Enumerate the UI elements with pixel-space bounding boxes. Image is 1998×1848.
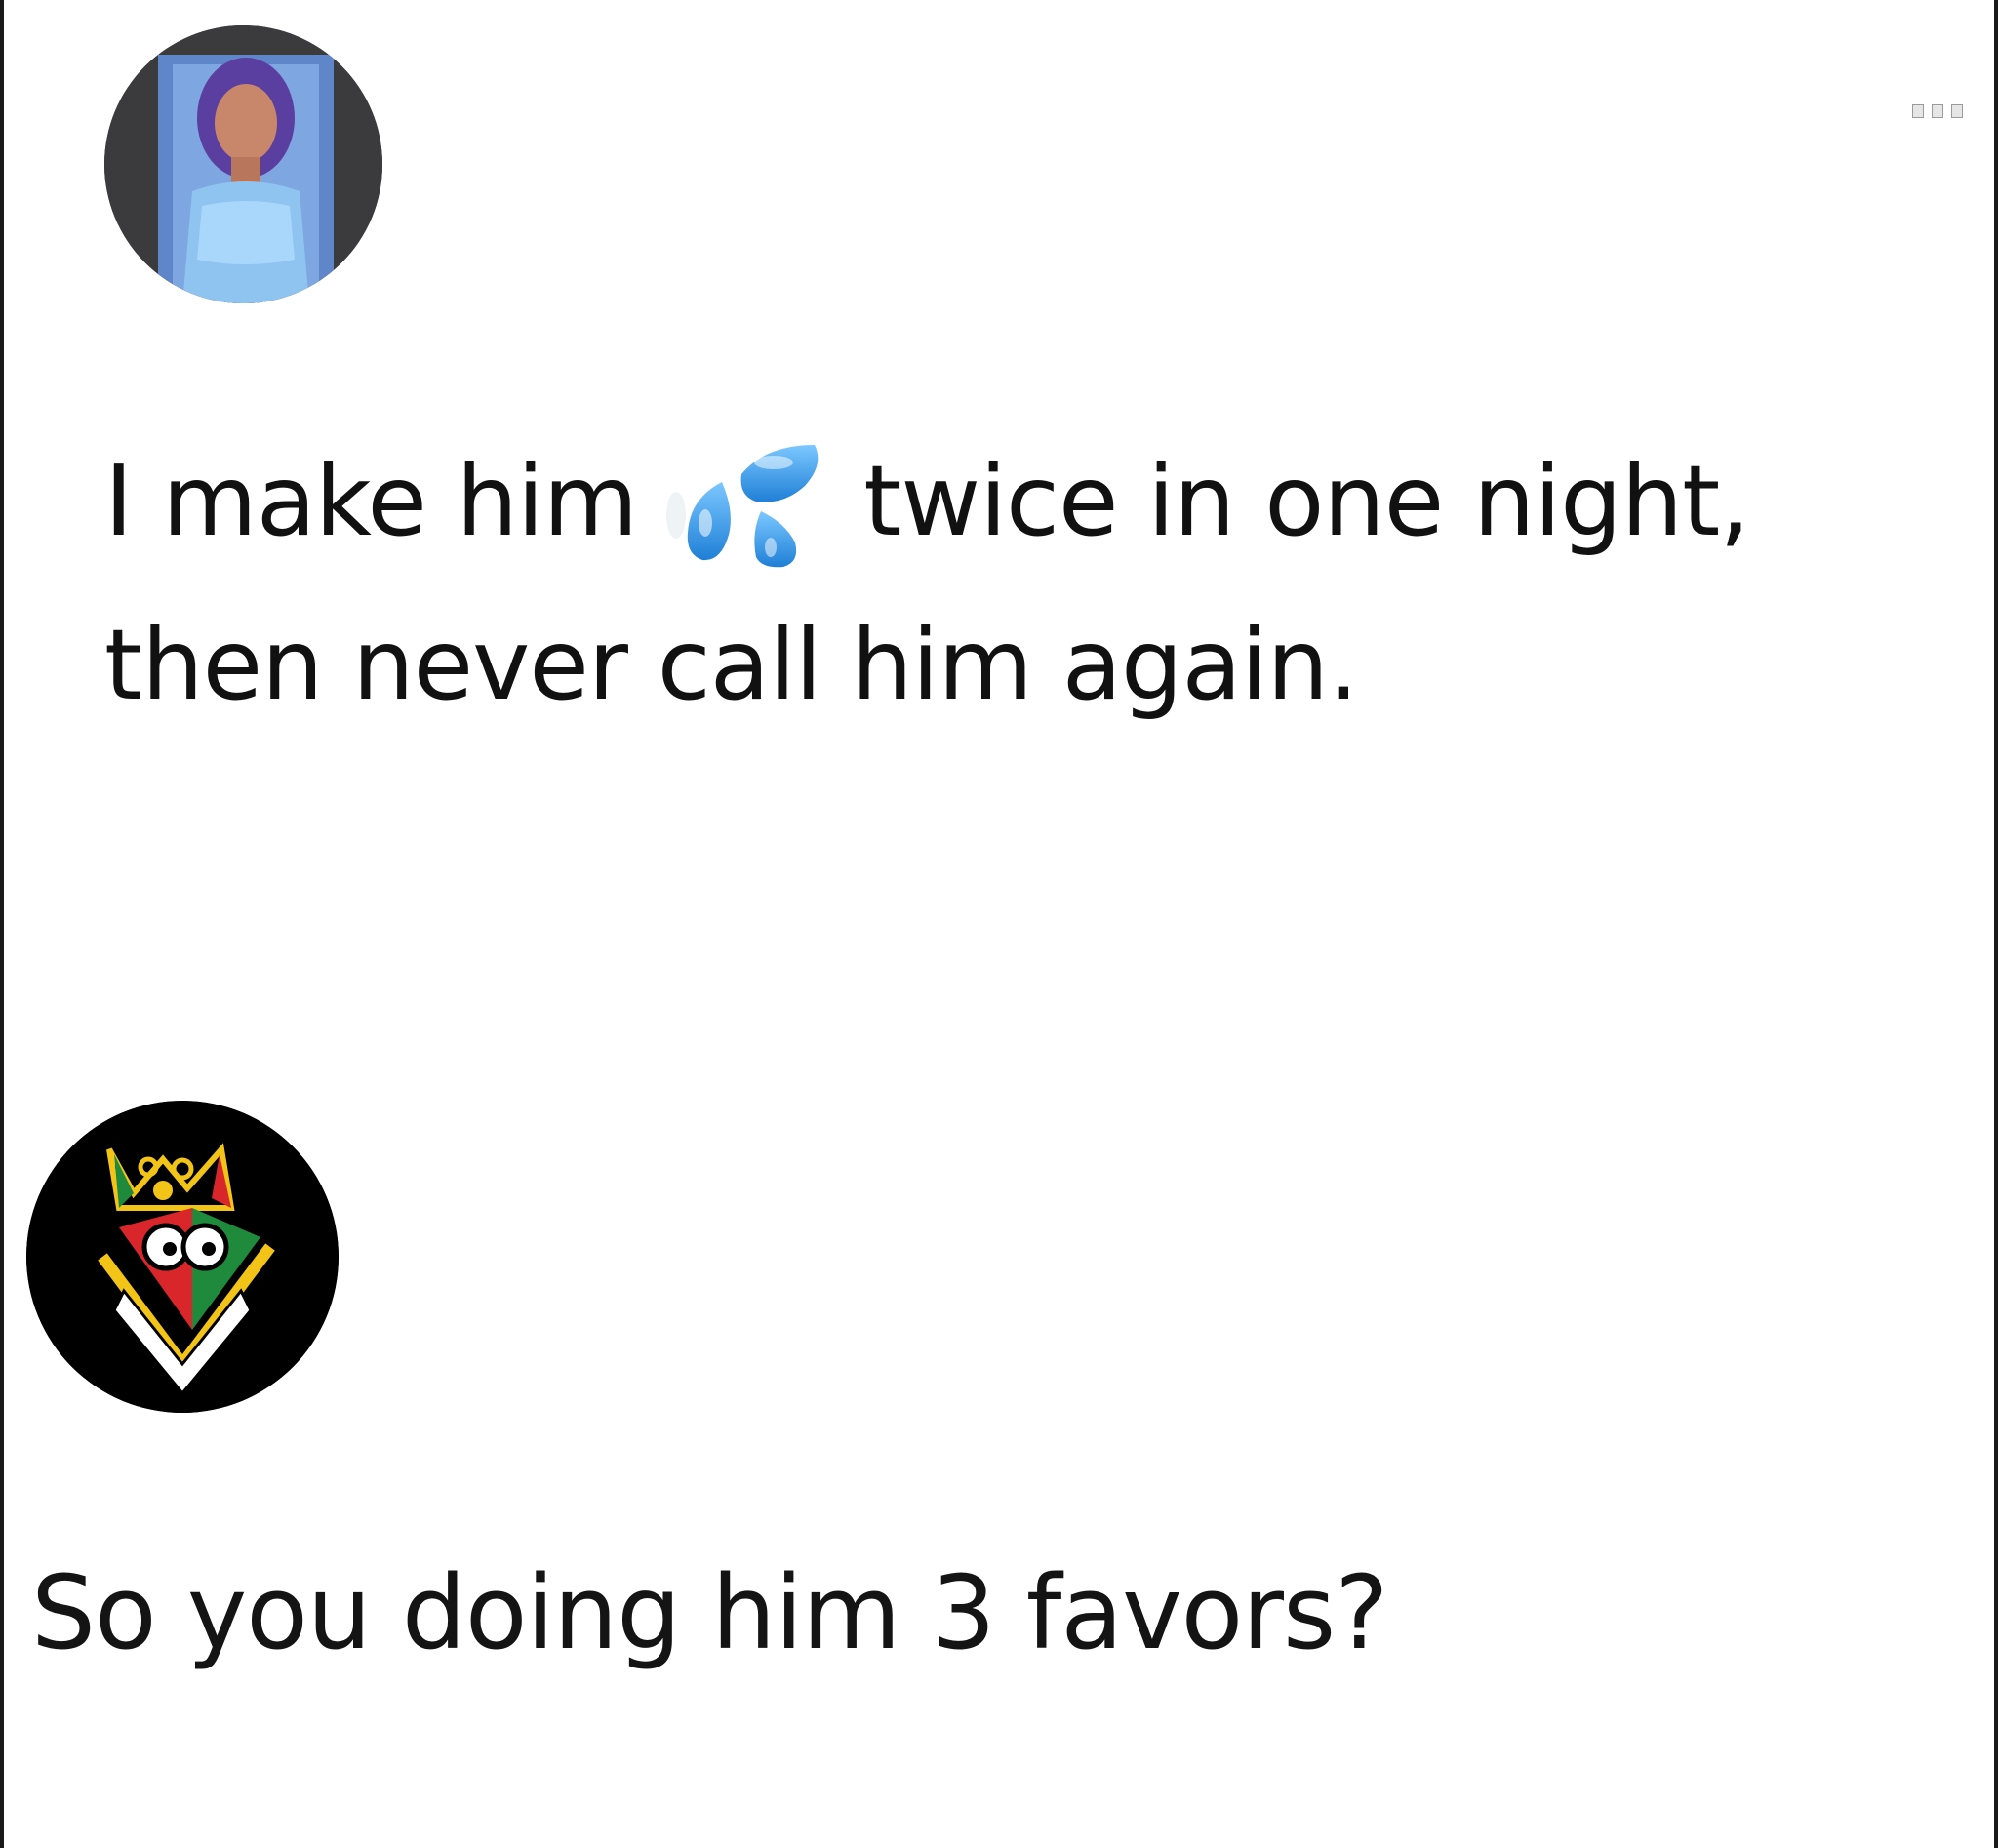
post-text-segment: twice in one night,	[863, 444, 1750, 558]
frame-border-right	[1994, 0, 1998, 1848]
crowned-face-logo-icon	[26, 1101, 339, 1413]
sweat-droplets-icon	[659, 425, 834, 572]
author-avatar[interactable]	[104, 25, 382, 303]
frame-border-left	[0, 0, 4, 1848]
post-text: I make him twice in one night, then neve…	[104, 420, 1860, 747]
status-square-icon	[1951, 104, 1963, 118]
profile-photo-icon	[104, 25, 382, 303]
status-indicators	[1912, 104, 1963, 118]
post-text-line-1: I make him twice in one night,	[104, 420, 1860, 583]
post-text-segment: I make him	[104, 444, 638, 558]
reply-author-avatar[interactable]	[26, 1101, 339, 1413]
status-square-icon	[1912, 104, 1924, 118]
post-text-line-2: then never call him again.	[104, 608, 1359, 722]
status-square-icon	[1932, 104, 1943, 118]
reply-text: So you doing him 3 favors?	[31, 1553, 1388, 1672]
